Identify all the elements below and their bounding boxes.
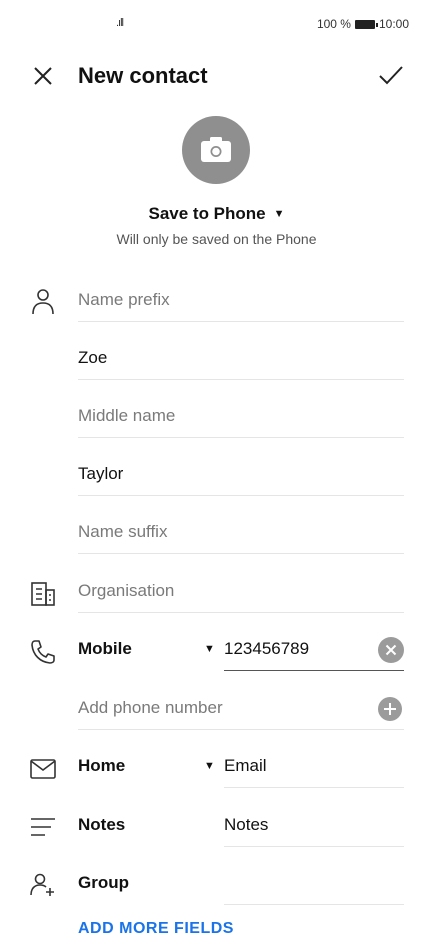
battery-percent: 100 % [316,17,351,31]
phone-type-selector[interactable]: Mobile [78,639,132,659]
save-location-label: Save to Phone [148,204,266,223]
chevron-down-icon: ▼ [273,208,285,220]
add-icon[interactable] [378,697,402,721]
add-more-fields-button[interactable]: ADD MORE FIELDS [78,920,234,938]
notes-input[interactable]: Notes [224,815,268,835]
phone-row: Mobile ▼ 123456789 [78,630,404,671]
middle-name-field[interactable]: Middle name [78,397,404,438]
notes-row: Notes Notes [78,806,404,847]
group-row[interactable]: Group [78,864,404,905]
email-row: Home ▼ Email [78,747,404,788]
add-photo-button[interactable] [182,116,250,184]
clear-icon[interactable] [378,637,404,663]
organisation-icon [29,580,57,608]
last-name-field[interactable]: Taylor [78,455,404,496]
save-location-subtitle: Will only be saved on the Phone [116,231,317,247]
person-icon [29,287,57,315]
battery-icon [354,19,378,29]
name-suffix-field[interactable]: Name suffix [78,513,404,554]
clock: 10:00 [378,17,409,31]
email-icon [29,755,57,783]
page-title: New contact [78,63,208,88]
phone-icon [29,638,57,666]
group-label: Group [78,873,129,892]
signal-icon: .ıll [116,17,124,29]
name-prefix-field[interactable]: Name prefix [78,281,404,322]
top-bar: New contact [0,55,433,97]
add-phone-row[interactable]: Add phone number [78,689,404,730]
first-name-field[interactable]: Zoe [78,339,404,380]
organisation-field[interactable]: Organisation [78,572,404,613]
group-icon [29,871,57,899]
close-icon[interactable] [30,63,56,89]
notes-icon [29,813,57,841]
status-bar: .ıll 100 % 10:00 [0,0,433,50]
camera-icon [201,137,231,162]
chevron-down-icon[interactable]: ▼ [204,760,215,772]
email-type-selector[interactable]: Home [78,756,125,776]
phone-number-input[interactable]: 123456789 [224,639,309,659]
phone-input-underline [224,670,404,671]
save-location-selector[interactable]: Save to Phone ▼ [0,204,433,224]
check-icon[interactable] [377,61,405,89]
notes-label: Notes [78,815,126,834]
chevron-down-icon[interactable]: ▼ [204,643,215,655]
email-input[interactable]: Email [224,756,267,776]
